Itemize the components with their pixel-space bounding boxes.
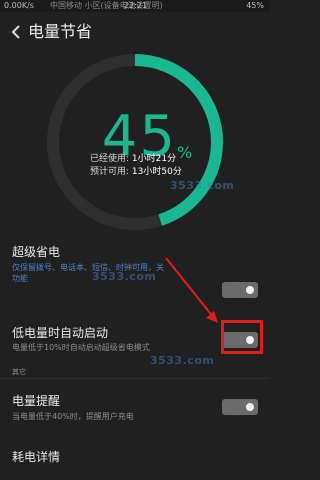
annotation-arrow xyxy=(165,257,218,323)
annotation-highlight-box xyxy=(221,320,263,354)
power-saving-screen: 0.00K/s 中国移动 小区(设备电池设置明) 22:21 45% 电量节省 … xyxy=(0,0,270,480)
